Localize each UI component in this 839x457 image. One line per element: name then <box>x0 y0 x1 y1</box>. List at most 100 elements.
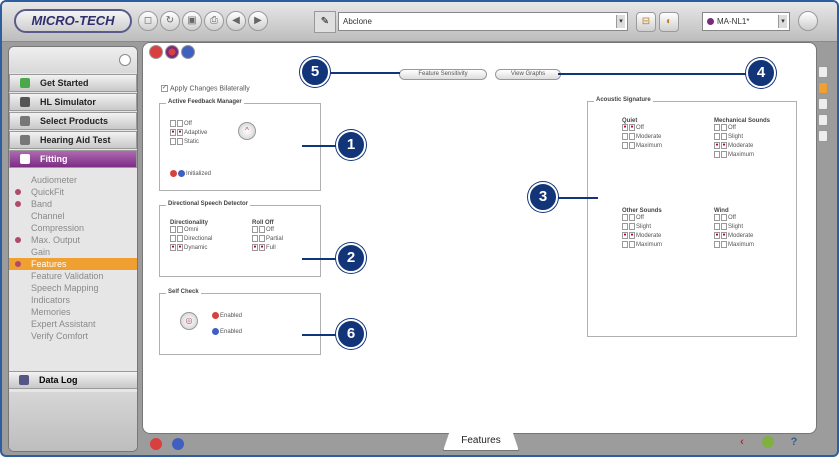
radio-icon[interactable] <box>170 120 176 127</box>
radio-icon[interactable] <box>629 214 635 221</box>
wind-option-slight[interactable]: Slight <box>714 223 754 232</box>
nav-data-log[interactable]: Data Log <box>9 371 137 389</box>
radio-icon[interactable] <box>170 138 176 145</box>
radio-icon[interactable] <box>714 133 720 140</box>
radio-icon[interactable] <box>259 226 265 233</box>
left-ear-tab[interactable] <box>149 45 163 59</box>
tab-features[interactable]: Features <box>443 433 519 451</box>
rolloff-option-off[interactable]: Off <box>252 226 283 235</box>
view-graphs-button[interactable]: View Graphs <box>495 69 561 80</box>
sub-item-expert-assistant[interactable]: Expert Assistant <box>9 318 137 330</box>
radio-icon[interactable]: ● <box>622 232 628 239</box>
back-arrow-icon[interactable]: ‹ <box>736 436 748 448</box>
radio-icon[interactable] <box>629 133 635 140</box>
rail-button-active[interactable] <box>818 82 828 94</box>
other-option-off[interactable]: Off <box>622 214 662 223</box>
feature-sensitivity-button[interactable]: Feature Sensitivity <box>399 69 487 80</box>
afm-option-adaptive[interactable]: ● ● Adaptive <box>170 129 207 138</box>
patient-icon[interactable]: ✎ <box>314 11 336 33</box>
chevron-down-icon[interactable]: ▾ <box>616 15 625 28</box>
radio-icon[interactable] <box>721 151 727 158</box>
apply-bilaterally-checkbox[interactable]: ✓ <box>161 85 168 92</box>
radio-icon[interactable] <box>629 142 635 149</box>
radio-icon[interactable] <box>177 226 183 233</box>
radio-icon[interactable]: ● <box>714 142 720 149</box>
wind-option-off[interactable]: Off <box>714 214 754 223</box>
quiet-option-maximum[interactable]: Maximum <box>622 142 662 151</box>
chevron-down-icon[interactable]: ▾ <box>778 15 787 28</box>
rail-button[interactable] <box>818 114 828 126</box>
rolloff-option-partial[interactable]: Partial <box>252 235 283 244</box>
radio-icon[interactable] <box>629 241 635 248</box>
radio-icon[interactable] <box>622 223 628 230</box>
both-ears-tab[interactable] <box>165 45 179 59</box>
other-option-slight[interactable]: Slight <box>622 223 662 232</box>
radio-icon[interactable] <box>721 133 727 140</box>
open-icon[interactable]: ↻ <box>160 11 180 31</box>
print-icon[interactable]: ⎙ <box>204 11 224 31</box>
sidebar-circle-icon[interactable] <box>119 54 131 66</box>
radio-icon[interactable]: ● <box>259 244 265 251</box>
sub-item-memories[interactable]: Memories <box>9 306 137 318</box>
cart-icon[interactable]: ⊟ <box>636 12 656 32</box>
radio-icon[interactable]: ● <box>177 129 183 136</box>
radio-icon[interactable] <box>714 214 720 221</box>
afm-option-off[interactable]: Off <box>170 120 207 129</box>
nav-hearing-aid-test[interactable]: Hearing Aid Test <box>9 131 137 149</box>
wind-option-moderate[interactable]: ● ● Moderate <box>714 232 754 241</box>
radio-icon[interactable]: ● <box>170 244 176 251</box>
wind-option-maximum[interactable]: Maximum <box>714 241 754 250</box>
sub-item-audiometer[interactable]: Audiometer <box>9 174 137 186</box>
right-ear-icon[interactable] <box>172 438 184 450</box>
radio-icon[interactable] <box>714 124 720 131</box>
quiet-option-off[interactable]: ● ● Off <box>622 124 662 133</box>
rail-button[interactable] <box>818 66 828 78</box>
afm-option-static[interactable]: Static <box>170 138 207 147</box>
back-icon[interactable]: ◀ <box>226 11 246 31</box>
mech-option-maximum[interactable]: Maximum <box>714 151 770 160</box>
self-check-run-icon[interactable]: ◎ <box>180 312 198 330</box>
new-icon[interactable]: ◻ <box>138 11 158 31</box>
radio-icon[interactable] <box>622 214 628 221</box>
nav-select-products[interactable]: Select Products <box>9 112 137 130</box>
radio-icon[interactable] <box>721 124 727 131</box>
forward-icon[interactable]: ▶ <box>248 11 268 31</box>
options-icon[interactable] <box>798 11 818 31</box>
radio-icon[interactable] <box>177 138 183 145</box>
nav-hl-simulator[interactable]: HL Simulator <box>9 93 137 111</box>
radio-icon[interactable] <box>259 235 265 242</box>
sub-item-max-output[interactable]: Max. Output <box>9 234 137 246</box>
sub-item-speech-mapping[interactable]: Speech Mapping <box>9 282 137 294</box>
rail-button[interactable] <box>818 98 828 110</box>
radio-icon[interactable] <box>721 241 727 248</box>
sub-item-compression[interactable]: Compression <box>9 222 137 234</box>
go-icon[interactable] <box>762 436 774 448</box>
sub-item-quickfit[interactable]: QuickFit <box>9 186 137 198</box>
dir-option-omni[interactable]: Omni <box>170 226 212 235</box>
radio-icon[interactable]: ● <box>629 124 635 131</box>
radio-icon[interactable] <box>714 151 720 158</box>
radio-icon[interactable] <box>622 142 628 149</box>
sub-item-feature-validation[interactable]: Feature Validation <box>9 270 137 282</box>
radio-icon[interactable] <box>177 235 183 242</box>
self-check-enabled-left[interactable]: Enabled <box>212 312 242 321</box>
radio-icon[interactable] <box>170 226 176 233</box>
radio-icon[interactable]: ● <box>622 124 628 131</box>
sound-icon[interactable]: ◐ <box>659 12 679 32</box>
radio-icon[interactable]: ● <box>721 232 727 239</box>
patient-select[interactable]: Abclone ▾ <box>338 12 628 31</box>
nav-get-started[interactable]: Get Started <box>9 74 137 92</box>
session-select[interactable]: MA-NL1* ▾ <box>702 12 790 31</box>
dir-option-dynamic[interactable]: ● ● Dynamic <box>170 244 212 253</box>
radio-icon[interactable] <box>721 223 727 230</box>
nav-fitting[interactable]: Fitting <box>9 150 137 168</box>
sub-item-features[interactable]: Features <box>9 258 137 270</box>
sub-item-gain[interactable]: Gain <box>9 246 137 258</box>
radio-icon[interactable] <box>622 133 628 140</box>
radio-icon[interactable] <box>177 120 183 127</box>
apply-bilaterally-row[interactable]: ✓ Apply Changes Bilaterally <box>161 85 250 92</box>
radio-icon[interactable] <box>252 235 258 242</box>
mech-option-off[interactable]: Off <box>714 124 770 133</box>
help-icon[interactable]: ? <box>788 436 800 448</box>
radio-icon[interactable] <box>714 241 720 248</box>
